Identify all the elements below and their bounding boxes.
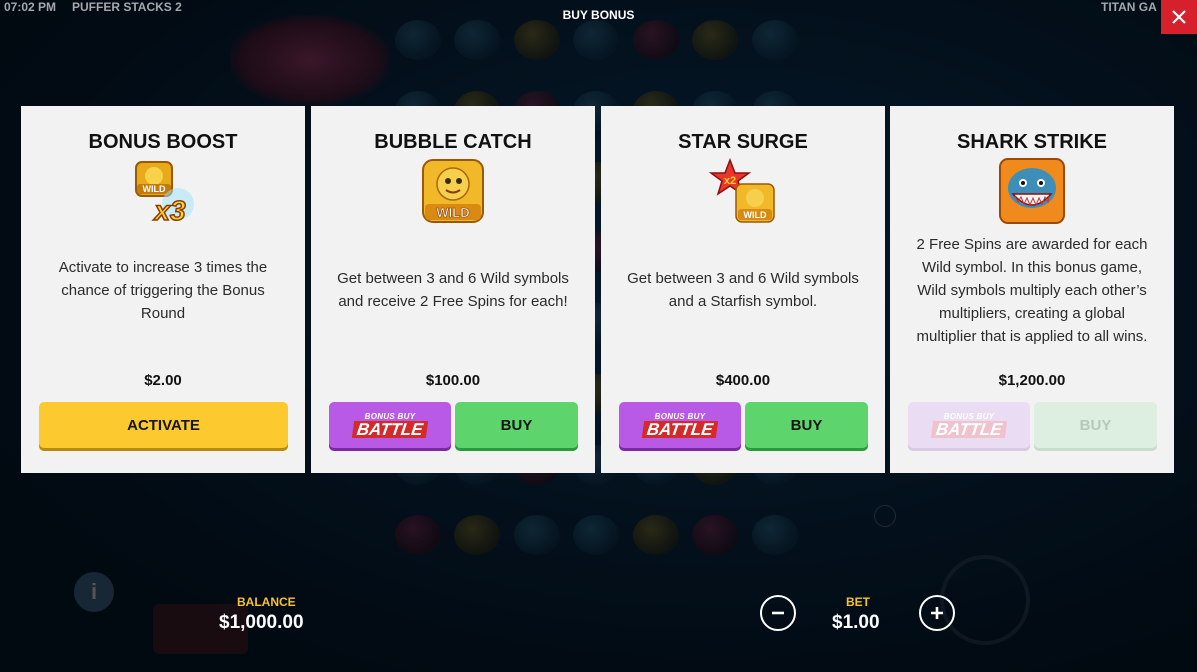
card-bonus-boost: BONUS BOOST WILD x3 Activate to increase… xyxy=(21,106,305,473)
buy-button[interactable]: BUY xyxy=(745,402,868,448)
increase-bet-button[interactable] xyxy=(919,595,955,631)
card-title: BONUS BOOST xyxy=(88,131,238,153)
bonus-buy-battle-button[interactable]: BONUS BUY BATTLE xyxy=(908,402,1030,448)
card-description: 2 Free Spins are awarded for each Wild s… xyxy=(916,236,1148,345)
card-description: Get between 3 and 6 Wild symbols and a S… xyxy=(627,270,859,310)
bet-label: BET xyxy=(846,595,870,609)
close-icon xyxy=(1172,10,1186,24)
card-description: Get between 3 and 6 Wild symbols and rec… xyxy=(337,270,569,310)
plus-icon xyxy=(931,607,943,619)
bonus-buy-battle-button[interactable]: BONUS BUY BATTLE xyxy=(619,402,741,448)
card-shark-strike: SHARK STRIKE 2 Free Spins are awarded fo… xyxy=(890,106,1174,473)
decrease-bet-button[interactable] xyxy=(760,595,796,631)
card-title: BUBBLE CATCH xyxy=(374,131,532,153)
provider-name: TITAN GA xyxy=(1101,0,1157,14)
bonus-buy-battle-button[interactable]: BONUS BUY BATTLE xyxy=(329,402,451,448)
info-button: i xyxy=(74,572,114,612)
balance-value: $1,000.00 xyxy=(219,612,304,633)
close-button[interactable] xyxy=(1161,0,1197,34)
svg-text:WILD: WILD xyxy=(143,184,166,194)
minus-icon xyxy=(772,611,784,615)
info-icon: i xyxy=(90,579,98,604)
svg-text:WILD: WILD xyxy=(436,205,469,220)
starfish-wild-icon: x2 WILD xyxy=(708,158,775,223)
buy-button[interactable]: BUY xyxy=(455,402,578,448)
card-description: Activate to increase 3 times the chance … xyxy=(58,259,268,322)
battle-big-label: BATTLE xyxy=(351,420,429,439)
card-price: $2.00 xyxy=(144,372,182,389)
card-bubble-catch: BUBBLE CATCH WILD Get between 3 and 6 Wi… xyxy=(311,106,595,473)
activate-button[interactable]: ACTIVATE xyxy=(39,402,288,448)
bet-value: $1.00 xyxy=(832,612,880,633)
card-price: $100.00 xyxy=(425,372,481,389)
card-title: SHARK STRIKE xyxy=(956,131,1107,153)
svg-text:x2: x2 xyxy=(724,175,736,187)
wild-icon: WILD xyxy=(422,159,484,223)
card-title: STAR SURGE xyxy=(678,131,808,153)
buy-button[interactable]: BUY xyxy=(1034,402,1157,448)
card-star-surge: STAR SURGE x2 WILD Get between 3 and 6 W… xyxy=(601,106,885,473)
top-bar: 07:02 PM PUFFER STACKS 2 BUY BONUS TITAN… xyxy=(0,0,1197,34)
shark-icon xyxy=(999,158,1065,224)
wild-x3-icon: WILD x3 xyxy=(135,161,194,226)
page-title: BUY BONUS xyxy=(562,8,635,22)
svg-text:WILD: WILD xyxy=(744,210,767,220)
balance-label: BALANCE xyxy=(237,595,296,609)
svg-text:x3: x3 xyxy=(152,195,186,226)
card-price: $1,200.00 xyxy=(998,372,1066,389)
battle-big-label: BATTLE xyxy=(930,420,1008,439)
card-price: $400.00 xyxy=(715,372,771,389)
battle-big-label: BATTLE xyxy=(641,420,719,439)
